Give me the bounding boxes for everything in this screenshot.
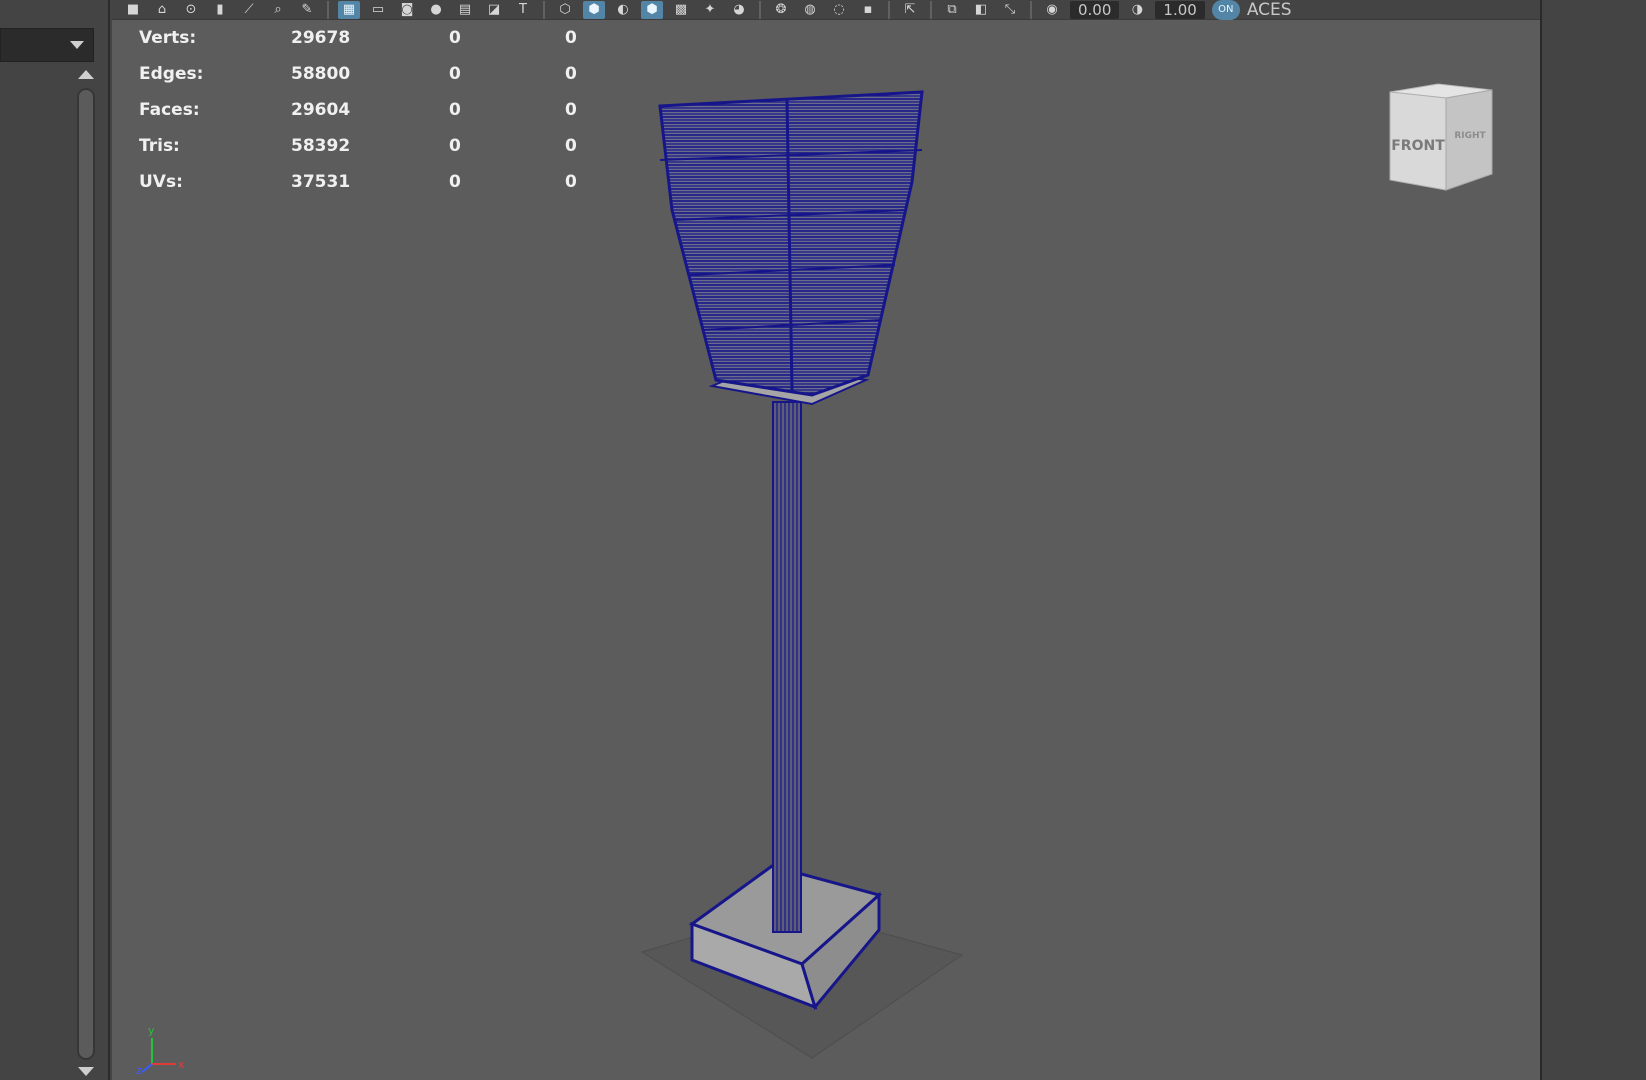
- shadows-icon[interactable]: ◕: [728, 1, 750, 19]
- grease-pencil-icon[interactable]: ✎: [296, 1, 318, 19]
- toolbar-separator: [327, 0, 329, 19]
- exposure-icon[interactable]: ◉: [1041, 1, 1063, 19]
- axis-y-label: y: [148, 1024, 155, 1037]
- viewport-toolbar: ■ ⌂ ⊙ ▮ ⟋ ⌕ ✎ ▦ ▭ ◙ ● ▤ ◪ T ⬡ ⬢ ◐ ⬢ ▩ ✦ …: [112, 0, 1540, 20]
- exposure-field[interactable]: 0.00: [1070, 0, 1120, 19]
- motion-blur-icon[interactable]: ◍: [799, 1, 821, 19]
- scroll-up-arrow-icon[interactable]: [78, 70, 94, 79]
- safe-action-icon[interactable]: ◪: [483, 1, 505, 19]
- colorspace-label[interactable]: ACES: [1247, 0, 1292, 20]
- color-management-toggle[interactable]: ON: [1211, 0, 1240, 20]
- panel-dropdown[interactable]: [0, 28, 94, 62]
- lock-camera-icon[interactable]: ⌂: [151, 1, 173, 19]
- toolbar-separator: [543, 0, 545, 19]
- use-default-material-icon[interactable]: ◐: [612, 1, 634, 19]
- 3d-viewport[interactable]: Verts: 29678 0 0 Edges: 58800 0 0 Faces:…: [112, 20, 1540, 1080]
- toolbar-separator: [759, 0, 761, 19]
- toolbar-separator: [1030, 0, 1032, 19]
- axis-x-label: x: [178, 1058, 185, 1071]
- resolution-gate-icon[interactable]: ◙: [396, 1, 418, 19]
- axis-gizmo: y x z: [136, 1024, 185, 1077]
- view-cube-front-label: FRONT: [1391, 138, 1445, 154]
- isolate-select-icon[interactable]: ⇱: [899, 1, 921, 19]
- bookmark-icon[interactable]: ▮: [209, 1, 231, 19]
- wireframe-icon[interactable]: ⬡: [554, 1, 576, 19]
- xray-joints-icon[interactable]: ⤡: [999, 1, 1021, 19]
- chevron-down-icon: [70, 41, 84, 49]
- scrollbar-thumb[interactable]: [79, 90, 93, 1058]
- xray-active-components-icon[interactable]: ◧: [970, 1, 992, 19]
- grid-icon[interactable]: ▦: [338, 0, 360, 19]
- anti-aliasing-icon[interactable]: ◌: [828, 1, 850, 19]
- axis-z-label: z: [136, 1064, 142, 1077]
- safe-title-icon[interactable]: T: [512, 1, 534, 19]
- gamma-icon[interactable]: ◑: [1126, 1, 1148, 19]
- right-panel: [1540, 0, 1646, 1080]
- gate-mask-icon[interactable]: ●: [425, 1, 447, 19]
- smooth-shade-icon[interactable]: ⬢: [583, 0, 605, 19]
- floor-lamp-mesh[interactable]: [112, 20, 1540, 1080]
- textured-icon[interactable]: ▩: [670, 1, 692, 19]
- toolbar-separator: [930, 0, 932, 19]
- wireframe-on-shaded-icon[interactable]: ⬢: [641, 0, 663, 19]
- screen-space-ao-icon[interactable]: ❂: [770, 1, 792, 19]
- lamp-pole: [772, 401, 802, 933]
- camera-icon[interactable]: ■: [122, 1, 144, 19]
- camera-attributes-icon[interactable]: ⊙: [180, 1, 202, 19]
- use-all-lights-icon[interactable]: ✦: [699, 1, 721, 19]
- xray-icon[interactable]: ⧉: [941, 1, 963, 19]
- gamma-field[interactable]: 1.00: [1155, 0, 1205, 19]
- scroll-down-arrow-icon[interactable]: [78, 1067, 94, 1076]
- depth-of-field-icon[interactable]: ▪: [857, 1, 879, 19]
- field-chart-icon[interactable]: ▤: [454, 1, 476, 19]
- film-gate-icon[interactable]: ▭: [367, 1, 389, 19]
- left-panel: [0, 0, 110, 1080]
- image-plane-icon[interactable]: ⟋: [238, 1, 260, 19]
- view-cube-right-label: RIGHT: [1454, 131, 1486, 141]
- toolbar-separator: [888, 0, 890, 19]
- 2d-pan-zoom-icon[interactable]: ⌕: [267, 1, 289, 19]
- view-cube[interactable]: FRONT RIGHT: [1378, 82, 1496, 194]
